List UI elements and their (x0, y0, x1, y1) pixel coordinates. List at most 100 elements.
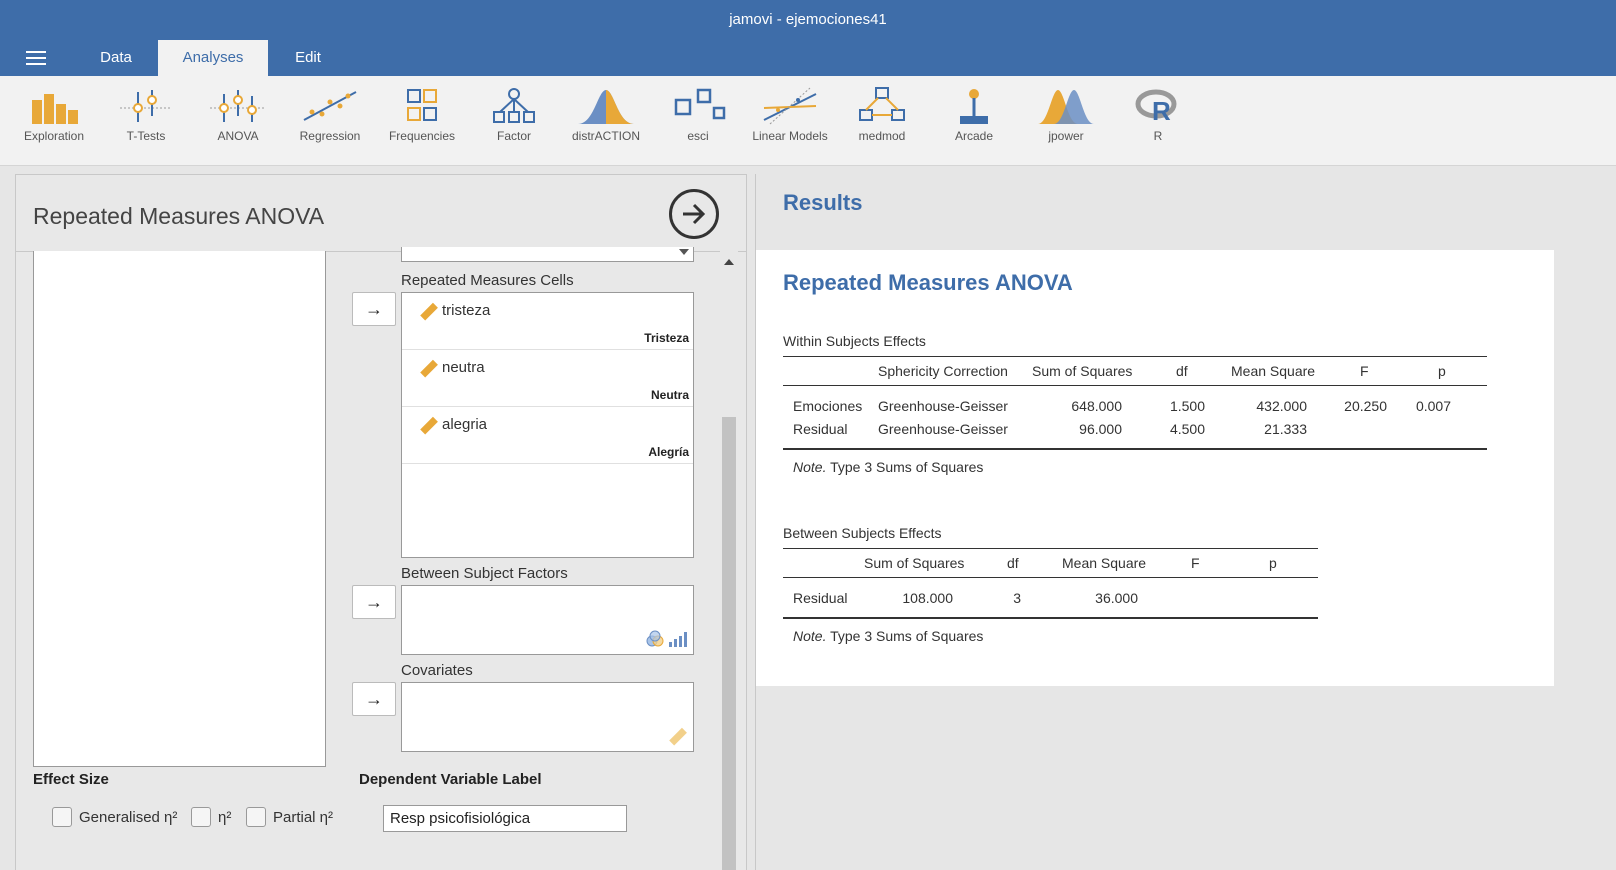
t-tests-icon (120, 90, 172, 122)
svg-text:R: R (1152, 96, 1171, 126)
rm-factors-box[interactable] (401, 247, 694, 262)
results-title: Repeated Measures ANOVA (783, 270, 1073, 295)
table-rule (783, 448, 1487, 450)
ribbon-medmod[interactable]: medmod (838, 86, 926, 158)
results-panel: Results Repeated Measures ANOVA Within S… (755, 174, 1616, 870)
app-title: jamovi - ejemociones41 (729, 11, 887, 28)
table-rule (783, 617, 1318, 619)
table-cell: 4.500 (1169, 421, 1205, 437)
ribbon-arcade[interactable]: Arcade (930, 86, 1018, 158)
generalised-eta-label[interactable]: Generalised η² (79, 809, 177, 826)
table-header: Mean Square (1062, 555, 1147, 571)
move-to-covariates-button[interactable]: → (352, 682, 396, 716)
ribbon-factor[interactable]: Factor (470, 86, 558, 158)
table-cell: 432.000 (1256, 398, 1307, 414)
ruler-icon (669, 727, 687, 746)
ribbon-jpower[interactable]: jpower (1022, 86, 1110, 158)
table-cell: 21.333 (1264, 421, 1307, 437)
table-cell: 20.250 (1344, 398, 1387, 414)
generalised-eta-checkbox[interactable] (52, 807, 72, 827)
between-table-caption: Between Subjects Effects (783, 525, 942, 541)
results-card[interactable]: Repeated Measures ANOVA Within Subjects … (756, 250, 1554, 686)
table-rule (783, 548, 1318, 549)
nominal-ordinal-icon (646, 630, 687, 647)
rm-cell-variable: neutra (442, 359, 485, 376)
table-header: F (1191, 555, 1200, 571)
ribbon-esci[interactable]: esci (654, 86, 742, 158)
results-heading: Results (783, 190, 863, 215)
between-factors-list[interactable] (401, 585, 694, 655)
close-options-button[interactable] (669, 189, 719, 239)
table-cell: Greenhouse-Geisser (878, 398, 1008, 414)
table-cell: 1.500 (1169, 398, 1205, 414)
joystick-icon (960, 89, 988, 124)
dv-label-input[interactable] (383, 805, 627, 832)
scroll-up-icon[interactable] (724, 259, 734, 265)
table-header: df (1176, 363, 1188, 379)
options-scrollbar[interactable] (720, 251, 738, 870)
options-panel: Repeated Measures ANOVA Repeated Measure… (15, 174, 747, 870)
rm-cell-item[interactable]: alegria Alegría (402, 407, 693, 464)
medmod-icon (859, 87, 905, 121)
table-rule (783, 385, 1487, 386)
rm-cell-level: Tristeza (644, 331, 689, 345)
eta-squared-label[interactable]: η² (218, 809, 231, 826)
dv-label-heading: Dependent Variable Label (359, 771, 542, 788)
rm-cell-item[interactable]: tristeza Tristeza (402, 293, 693, 350)
rm-cell-level: Alegría (648, 445, 689, 459)
covariates-label: Covariates (401, 662, 473, 679)
ribbon-exploration[interactable]: Exploration (10, 86, 98, 158)
tab-edit[interactable]: Edit (280, 40, 336, 76)
table-cell: Emociones (793, 398, 863, 414)
ribbon-r[interactable]: R R (1114, 86, 1202, 158)
eta-squared-checkbox[interactable] (191, 807, 211, 827)
ribbon-t-tests[interactable]: T-Tests (102, 86, 190, 158)
options-title: Repeated Measures ANOVA (33, 203, 325, 229)
ribbon-frequencies[interactable]: Frequencies (378, 86, 466, 158)
rm-cell-variable: alegria (442, 416, 488, 433)
analyses-ribbon: Exploration T-Tests ANOVA Regression Fre… (0, 76, 1616, 166)
rm-cell-variable: tristeza (442, 302, 491, 319)
table-cell: 0.007 (1415, 398, 1451, 414)
table-header: F (1360, 363, 1369, 379)
title-bar: jamovi - ejemociones41 Data Analyses Edi… (0, 0, 1616, 76)
table-cell: 108.000 (902, 590, 953, 606)
effect-size-label: Effect Size (33, 771, 109, 788)
jpower-icon (1038, 90, 1094, 124)
table-header: Sphericity Correction (878, 363, 1008, 379)
rm-cells-list[interactable]: tristeza Tristeza neutra Neutra alegria … (401, 292, 694, 558)
variable-list[interactable] (33, 251, 326, 767)
distribution-icon (578, 90, 634, 124)
partial-eta-label[interactable]: Partial η² (273, 809, 333, 826)
tab-analyses[interactable]: Analyses (158, 40, 268, 76)
within-table-note: Note. Type 3 Sums of Squares (793, 459, 984, 475)
table-cell: 648.000 (1071, 398, 1122, 414)
r-icon: R (1135, 89, 1177, 126)
table-header: Sum of Squares (1032, 363, 1133, 379)
between-table-note: Note. Type 3 Sums of Squares (793, 628, 984, 644)
menu-icon[interactable] (26, 51, 46, 65)
table-cell: 3 (1013, 590, 1021, 606)
table-header: Mean Square (1231, 363, 1316, 379)
chevron-down-icon[interactable] (679, 249, 689, 255)
table-cell: Residual (793, 421, 848, 437)
table-header: Sum of Squares (864, 555, 965, 571)
regression-icon (303, 91, 357, 121)
table-cell: 36.000 (1095, 590, 1138, 606)
scroll-thumb[interactable] (722, 417, 736, 870)
ribbon-linear-models[interactable]: Linear Models (746, 86, 834, 158)
move-to-between-button[interactable]: → (352, 585, 396, 619)
ribbon-anova[interactable]: ANOVA (194, 86, 282, 158)
covariates-list[interactable] (401, 682, 694, 752)
move-to-rm-cells-button[interactable]: → (352, 292, 396, 326)
tab-data[interactable]: Data (86, 40, 146, 76)
rm-cells-label: Repeated Measures Cells (401, 272, 574, 289)
ribbon-regression[interactable]: Regression (286, 86, 374, 158)
anova-icon (210, 90, 266, 122)
rm-cell-item[interactable]: neutra Neutra (402, 350, 693, 407)
partial-eta-checkbox[interactable] (246, 807, 266, 827)
frequencies-icon (407, 89, 437, 121)
ribbon-distraction[interactable]: distrACTION (562, 86, 650, 158)
table-header: p (1438, 363, 1446, 379)
table-rule (783, 577, 1318, 578)
